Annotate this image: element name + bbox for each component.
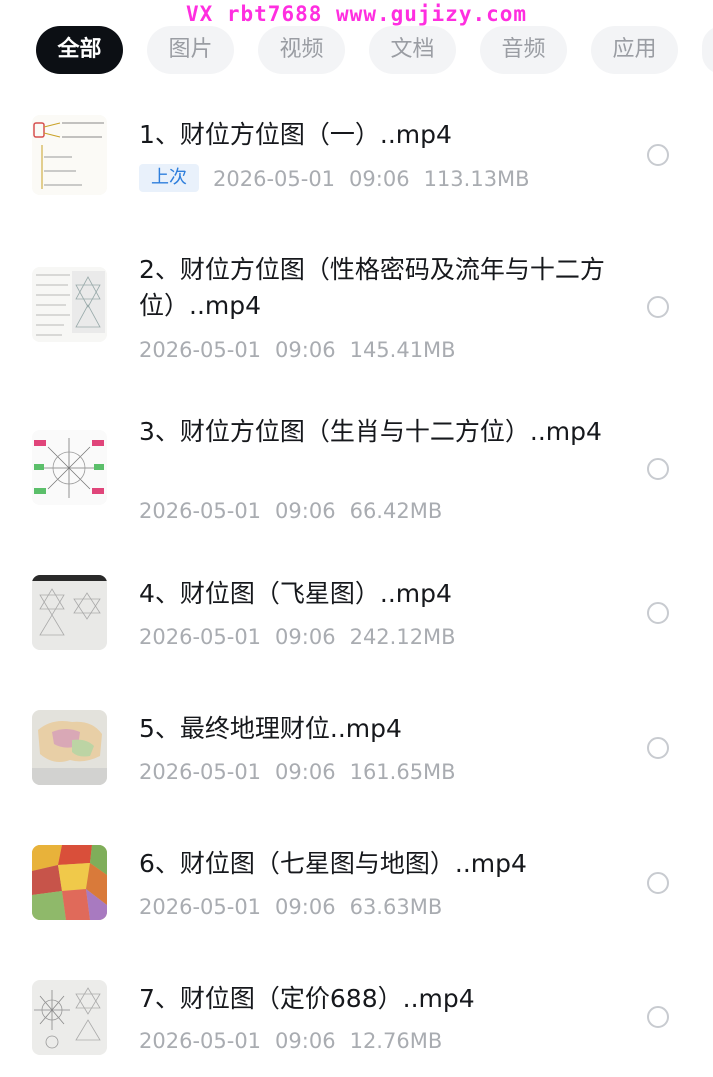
file-title: 5、最终地理财位..mp4 bbox=[139, 714, 402, 743]
select-radio[interactable] bbox=[647, 296, 669, 318]
select-radio[interactable] bbox=[647, 602, 669, 624]
file-time: 09:06 bbox=[275, 760, 336, 784]
file-time: 09:06 bbox=[275, 499, 336, 523]
file-time: 09:06 bbox=[275, 625, 336, 649]
file-title: 6、财位图（七星图与地图）..mp4 bbox=[139, 849, 527, 878]
select-radio[interactable] bbox=[647, 458, 669, 480]
file-size: 242.12MB bbox=[349, 625, 456, 649]
file-size: 113.13MB bbox=[423, 167, 530, 191]
file-title: 3、财位方位图（生肖与十二方位）..mp4 bbox=[139, 417, 602, 446]
file-date: 2026-05-01 bbox=[139, 1029, 262, 1053]
colored-map-thumbnail bbox=[32, 845, 107, 920]
tab-more[interactable] bbox=[702, 26, 713, 74]
tab-images[interactable]: 图片 bbox=[147, 26, 234, 74]
tab-apps[interactable]: 应用 bbox=[591, 26, 678, 74]
map-thumbnail bbox=[32, 710, 107, 785]
file-date: 2026-05-01 bbox=[139, 760, 262, 784]
select-radio[interactable] bbox=[647, 737, 669, 759]
file-time: 09:06 bbox=[275, 338, 336, 362]
select-radio[interactable] bbox=[647, 872, 669, 894]
tab-audio[interactable]: 音频 bbox=[480, 26, 567, 74]
mindmap-thumbnail bbox=[32, 115, 107, 195]
file-date: 2026-05-01 bbox=[213, 167, 336, 191]
file-meta: 上次 2026-05-01 09:06 113.13MB bbox=[139, 164, 530, 194]
file-time: 09:06 bbox=[349, 167, 410, 191]
file-size: 145.41MB bbox=[349, 338, 456, 362]
file-size: 66.42MB bbox=[349, 499, 443, 523]
diagram-thumbnail bbox=[32, 430, 107, 505]
flying-star-thumbnail bbox=[32, 575, 107, 650]
file-meta: 2026-05-01 09:06 242.12MB bbox=[139, 622, 456, 652]
select-radio[interactable] bbox=[647, 144, 669, 166]
file-meta: 2026-05-01 09:06 63.63MB bbox=[139, 892, 442, 922]
tab-documents[interactable]: 文档 bbox=[369, 26, 456, 74]
file-title: 1、财位方位图（一）..mp4 bbox=[139, 120, 452, 149]
file-meta: 2026-05-01 09:06 12.76MB bbox=[139, 1026, 442, 1056]
tab-all[interactable]: 全部 bbox=[36, 26, 123, 74]
file-meta: 2026-05-01 09:06 161.65MB bbox=[139, 757, 456, 787]
document-thumbnail bbox=[32, 267, 107, 342]
tab-videos[interactable]: 视频 bbox=[258, 26, 345, 74]
last-viewed-badge: 上次 bbox=[139, 164, 199, 192]
file-meta: 2026-05-01 09:06 66.42MB bbox=[139, 496, 442, 526]
sketch-thumbnail bbox=[32, 980, 107, 1055]
file-size: 63.63MB bbox=[349, 895, 443, 919]
file-date: 2026-05-01 bbox=[139, 338, 262, 362]
file-date: 2026-05-01 bbox=[139, 625, 262, 649]
file-title: 7、财位图（定价688）..mp4 bbox=[139, 984, 475, 1013]
file-time: 09:06 bbox=[275, 895, 336, 919]
file-title: 4、财位图（飞星图）..mp4 bbox=[139, 579, 452, 608]
filter-tabs: 全部 图片 视频 文档 音频 应用 bbox=[0, 26, 713, 76]
file-time: 09:06 bbox=[275, 1029, 336, 1053]
file-meta: 2026-05-01 09:06 145.41MB bbox=[139, 335, 456, 365]
file-date: 2026-05-01 bbox=[139, 895, 262, 919]
file-date: 2026-05-01 bbox=[139, 499, 262, 523]
select-radio[interactable] bbox=[647, 1006, 669, 1028]
file-size: 161.65MB bbox=[349, 760, 456, 784]
file-title: 2、财位方位图（性格密码及流年与十二方位）..mp4 bbox=[139, 255, 605, 320]
file-size: 12.76MB bbox=[349, 1029, 443, 1053]
